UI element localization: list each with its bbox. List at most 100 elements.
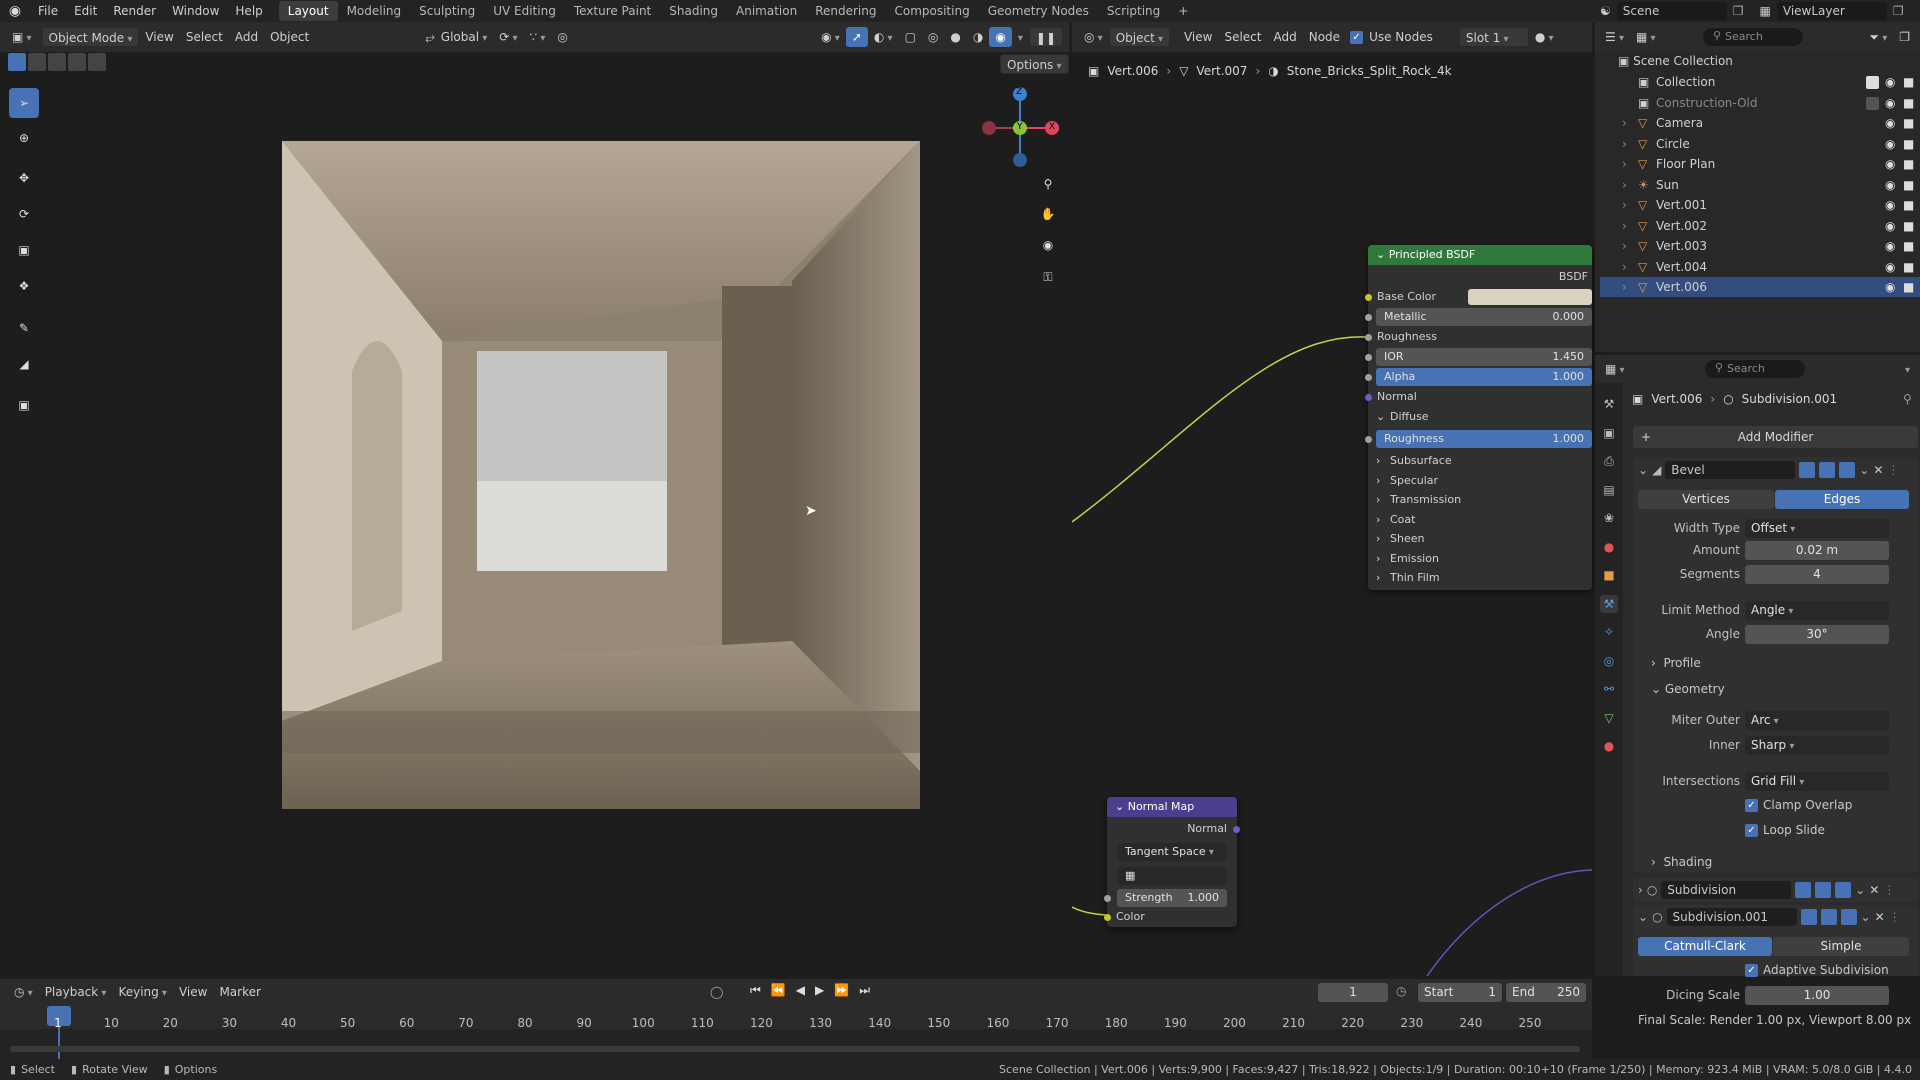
- start-frame-field[interactable]: Start 1: [1418, 983, 1502, 1002]
- bevel-close-icon[interactable]: ✕: [1873, 463, 1883, 477]
- collapse-chevron-icon[interactable]: ⌄: [1638, 463, 1648, 477]
- limit-method-selector[interactable]: Angle: [1745, 601, 1889, 620]
- output-tab-icon[interactable]: ⎙: [1600, 452, 1618, 470]
- space-selector[interactable]: Tangent Space: [1117, 843, 1227, 861]
- panel-subsurface[interactable]: › Subsurface: [1368, 451, 1592, 471]
- subdiv-tab-simple[interactable]: Simple: [1773, 937, 1909, 956]
- shading-solid-icon[interactable]: ●: [944, 27, 966, 47]
- visibility-eye-icon[interactable]: ◉: [1885, 236, 1895, 256]
- bevel-tab-vertices[interactable]: Vertices: [1638, 490, 1774, 509]
- workspace-tab-texture-paint[interactable]: Texture Paint: [565, 1, 660, 21]
- measure-tool-icon[interactable]: ◢: [9, 349, 39, 379]
- select-new-icon[interactable]: [8, 53, 26, 71]
- shading-options-icon[interactable]: [1012, 27, 1029, 47]
- properties-editor-type-icon[interactable]: ▦: [1599, 359, 1631, 379]
- filter-icon[interactable]: ⏷: [1863, 27, 1893, 47]
- amount-field[interactable]: 0.02 m: [1745, 541, 1889, 560]
- view-layer-tab-icon[interactable]: ▤: [1600, 481, 1618, 499]
- marker-menu[interactable]: Marker: [213, 982, 266, 1002]
- subdivision-render-toggle-icon[interactable]: [1835, 882, 1852, 898]
- outliner-item-floor-plan[interactable]: › ▽ Floor Plan ◉ ■: [1600, 154, 1920, 174]
- base-color-swatch[interactable]: [1468, 289, 1592, 305]
- add-cube-tool-icon[interactable]: ▣: [9, 390, 39, 420]
- viewport-menu-view[interactable]: View: [139, 27, 179, 47]
- subdivision001-dropdown-icon[interactable]: ⌄: [1861, 910, 1871, 924]
- workspace-tab-layout[interactable]: Layout: [278, 1, 338, 21]
- subdivision-close-icon[interactable]: ✕: [1869, 883, 1879, 897]
- alpha-field[interactable]: Alpha 1.000: [1376, 368, 1592, 386]
- viewport-menu-select[interactable]: Select: [180, 27, 229, 47]
- expand-chevron-icon[interactable]: ›: [1622, 216, 1627, 236]
- panel-transmission[interactable]: › Transmission: [1368, 490, 1592, 510]
- visibility-icon[interactable]: ◉: [815, 27, 846, 47]
- new-collection-icon[interactable]: ❐: [1893, 27, 1916, 47]
- particles-tab-icon[interactable]: ✧: [1600, 623, 1618, 641]
- jump-start-icon[interactable]: ⏮: [750, 983, 761, 998]
- visibility-eye-icon[interactable]: ◉: [1885, 134, 1895, 154]
- bevel-dropdown-icon[interactable]: ⌄: [1859, 463, 1869, 477]
- menu-edit[interactable]: Edit: [66, 0, 105, 22]
- uv-map-field[interactable]: ▦: [1117, 867, 1227, 885]
- workspace-tab-shading[interactable]: Shading: [660, 1, 727, 21]
- outliner-item-construction-old[interactable]: ▣ Construction-Old ◉ ■: [1600, 93, 1920, 113]
- visibility-eye-icon[interactable]: ◉: [1885, 175, 1895, 195]
- gizmo-toggle-icon[interactable]: ➚: [845, 27, 868, 47]
- intersections-selector[interactable]: Grid Fill: [1745, 772, 1889, 791]
- rotate-tool-icon[interactable]: ⟳: [9, 199, 39, 229]
- diffuse-roughness-socket[interactable]: [1365, 436, 1372, 443]
- node-menu-view[interactable]: View: [1178, 27, 1218, 47]
- alpha-socket[interactable]: [1365, 374, 1372, 381]
- inner-selector[interactable]: Sharp: [1745, 736, 1889, 755]
- visibility-eye-icon[interactable]: ◉: [1885, 257, 1895, 277]
- render-camera-icon[interactable]: ■: [1903, 277, 1914, 297]
- node-menu-select[interactable]: Select: [1218, 27, 1267, 47]
- navigation-gizmo[interactable]: Z X Y: [975, 85, 1065, 175]
- outliner-item-vert-004[interactable]: › ▽ Vert.004 ◉ ■: [1600, 257, 1920, 277]
- panel-sheen[interactable]: › Sheen: [1368, 529, 1592, 549]
- node-editor-type-icon[interactable]: ◎: [1078, 27, 1109, 47]
- jump-keyframe-back-icon[interactable]: ⏪: [771, 983, 786, 998]
- node-object-selector[interactable]: Object: [1108, 27, 1170, 47]
- roughness-socket[interactable]: [1365, 334, 1372, 341]
- physics-tab-icon[interactable]: ◎: [1600, 652, 1618, 670]
- xray-icon[interactable]: ▢: [899, 27, 922, 47]
- render-camera-icon[interactable]: ■: [1903, 257, 1914, 277]
- select-extend-icon[interactable]: [28, 53, 46, 71]
- normal-socket[interactable]: [1365, 394, 1372, 401]
- subdivision001-name-field[interactable]: Subdivision.001: [1666, 908, 1797, 926]
- shading-rendered-icon[interactable]: ◉: [989, 27, 1012, 47]
- subdivision-name-field[interactable]: Subdivision: [1661, 881, 1792, 899]
- drag-handle-icon[interactable]: ⋮: [1883, 883, 1895, 897]
- collection-include-checkbox[interactable]: [1866, 96, 1879, 110]
- lock-view-icon[interactable]: ⚿: [1036, 265, 1060, 289]
- display-mode-icon[interactable]: ▦: [1630, 27, 1662, 47]
- new-scene-icon[interactable]: ❐: [1733, 4, 1744, 18]
- color-input-socket[interactable]: [1104, 914, 1111, 921]
- shading-material-icon[interactable]: ◑: [967, 27, 989, 47]
- width-type-selector[interactable]: Offset: [1745, 519, 1889, 538]
- world-tab-icon[interactable]: ●: [1600, 538, 1618, 556]
- subdivision-editmode-toggle-icon[interactable]: [1795, 882, 1812, 898]
- preview-range-icon[interactable]: ◷: [1396, 984, 1406, 998]
- select-invert-icon[interactable]: [68, 53, 86, 71]
- expand-chevron-icon[interactable]: ›: [1622, 113, 1627, 133]
- scene-tab-icon[interactable]: ❀: [1600, 509, 1618, 527]
- constraints-tab-icon[interactable]: ⚯: [1600, 680, 1618, 698]
- render-tab-icon[interactable]: ▣: [1600, 424, 1618, 442]
- viewlayer-selector[interactable]: ViewLayer: [1776, 2, 1887, 20]
- subdivision001-viewport-toggle-icon[interactable]: [1820, 909, 1837, 925]
- panel-specular[interactable]: › Specular: [1368, 471, 1592, 491]
- base-color-socket[interactable]: [1365, 294, 1372, 301]
- bevel-tab-edges[interactable]: Edges: [1775, 490, 1909, 509]
- scene-selector[interactable]: Scene: [1616, 2, 1727, 20]
- workspace-tab-sculpting[interactable]: Sculpting: [410, 1, 484, 21]
- playback-menu[interactable]: Playback: [39, 982, 113, 1002]
- normal-map-header[interactable]: ⌄ Normal Map: [1107, 797, 1237, 817]
- render-camera-icon[interactable]: ■: [1903, 216, 1914, 236]
- viewport-menu-add[interactable]: Add: [229, 27, 264, 47]
- visibility-eye-icon[interactable]: ◉: [1885, 72, 1895, 92]
- subdivision-viewport-toggle-icon[interactable]: [1815, 882, 1832, 898]
- timeline-scrollbar[interactable]: [10, 1046, 1580, 1052]
- miter-outer-selector[interactable]: Arc: [1745, 711, 1889, 730]
- pause-render-icon[interactable]: ❚❚: [1028, 27, 1063, 47]
